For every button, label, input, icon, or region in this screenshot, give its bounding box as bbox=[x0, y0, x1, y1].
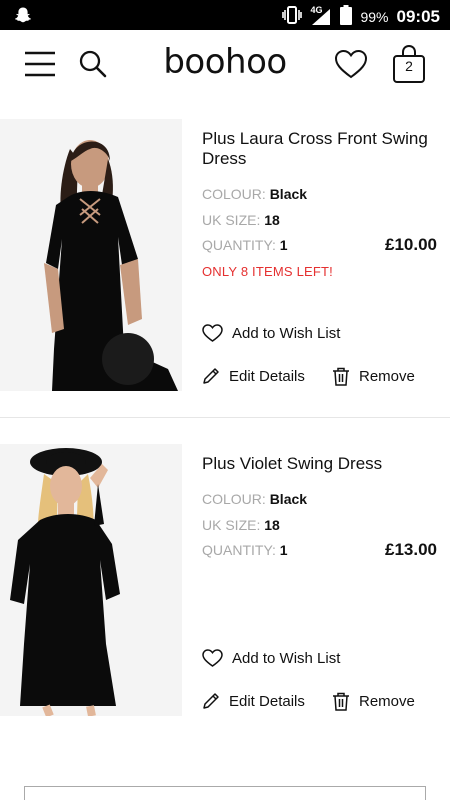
heart-icon bbox=[202, 649, 223, 667]
remove-button[interactable]: Remove bbox=[332, 692, 415, 711]
colour-row: COLOUR: Black bbox=[202, 491, 307, 507]
edit-details-label: Edit Details bbox=[229, 692, 305, 710]
pencil-icon bbox=[202, 367, 220, 385]
network-type: 4G bbox=[310, 5, 323, 15]
product-name[interactable]: Plus Violet Swing Dress bbox=[202, 454, 437, 474]
wishlist-label: Add to Wish List bbox=[232, 324, 341, 342]
size-label: UK SIZE: bbox=[202, 517, 261, 533]
size-row: UK SIZE: 18 bbox=[202, 517, 280, 533]
size-row: UK SIZE: 18 bbox=[202, 212, 280, 228]
colour-label: COLOUR: bbox=[202, 186, 266, 202]
quantity-value: 1 bbox=[279, 542, 288, 558]
add-to-wishlist-button[interactable]: Add to Wish List bbox=[202, 324, 340, 342]
add-to-wishlist-button[interactable]: Add to Wish List bbox=[202, 649, 340, 667]
item-price: £10.00 bbox=[385, 235, 437, 254]
bag-icon[interactable]: 2 bbox=[388, 44, 430, 84]
edit-details-button[interactable]: Edit Details bbox=[202, 367, 305, 385]
wishlist-heart-icon[interactable] bbox=[331, 44, 371, 84]
colour-row: COLOUR: Black bbox=[202, 186, 307, 202]
vibrate-icon bbox=[282, 6, 303, 28]
app-header: boohoo 2 bbox=[0, 30, 450, 98]
edit-details-button[interactable]: Edit Details bbox=[202, 692, 305, 710]
brand-logo[interactable]: boohoo bbox=[0, 42, 450, 82]
trash-icon bbox=[332, 692, 350, 711]
quantity-value: 1 bbox=[279, 237, 288, 253]
colour-label: COLOUR: bbox=[202, 491, 266, 507]
trash-icon bbox=[332, 367, 350, 386]
product-image[interactable] bbox=[0, 119, 182, 391]
signal-icon: 4G bbox=[310, 5, 332, 26]
quantity-row: QUANTITY: 1 bbox=[202, 542, 288, 558]
battery-icon bbox=[340, 5, 353, 29]
quantity-label: QUANTITY: bbox=[202, 237, 276, 253]
clock: 09:05 bbox=[396, 7, 440, 26]
battery-percent: 99% bbox=[360, 9, 389, 25]
remove-label: Remove bbox=[359, 693, 415, 710]
stock-warning: ONLY 8 ITEMS LEFT! bbox=[202, 264, 333, 279]
remove-button[interactable]: Remove bbox=[332, 367, 415, 386]
quantity-label: QUANTITY: bbox=[202, 542, 276, 558]
remove-label: Remove bbox=[359, 368, 415, 385]
status-bar: 4G 99% 09:05 bbox=[0, 0, 450, 30]
size-value: 18 bbox=[264, 517, 280, 533]
pencil-icon bbox=[202, 692, 220, 710]
basket-item: Plus Laura Cross Front Swing Dress COLOU… bbox=[0, 119, 450, 394]
size-label: UK SIZE: bbox=[202, 212, 261, 228]
basket-summary-box[interactable] bbox=[24, 786, 426, 800]
item-price: £13.00 bbox=[385, 540, 437, 559]
colour-value: Black bbox=[269, 186, 308, 202]
product-image[interactable] bbox=[0, 444, 182, 716]
colour-value: Black bbox=[269, 491, 308, 507]
snapchat-icon bbox=[14, 6, 32, 29]
quantity-row: QUANTITY: 1 bbox=[202, 237, 288, 253]
edit-details-label: Edit Details bbox=[229, 367, 305, 385]
bag-count-badge: 2 bbox=[405, 58, 413, 74]
heart-icon bbox=[202, 324, 223, 342]
size-value: 18 bbox=[264, 212, 280, 228]
item-divider bbox=[0, 417, 450, 418]
wishlist-label: Add to Wish List bbox=[232, 649, 341, 667]
product-name[interactable]: Plus Laura Cross Front Swing Dress bbox=[202, 129, 437, 169]
basket-item: Plus Violet Swing Dress COLOUR: Black UK… bbox=[0, 444, 450, 719]
